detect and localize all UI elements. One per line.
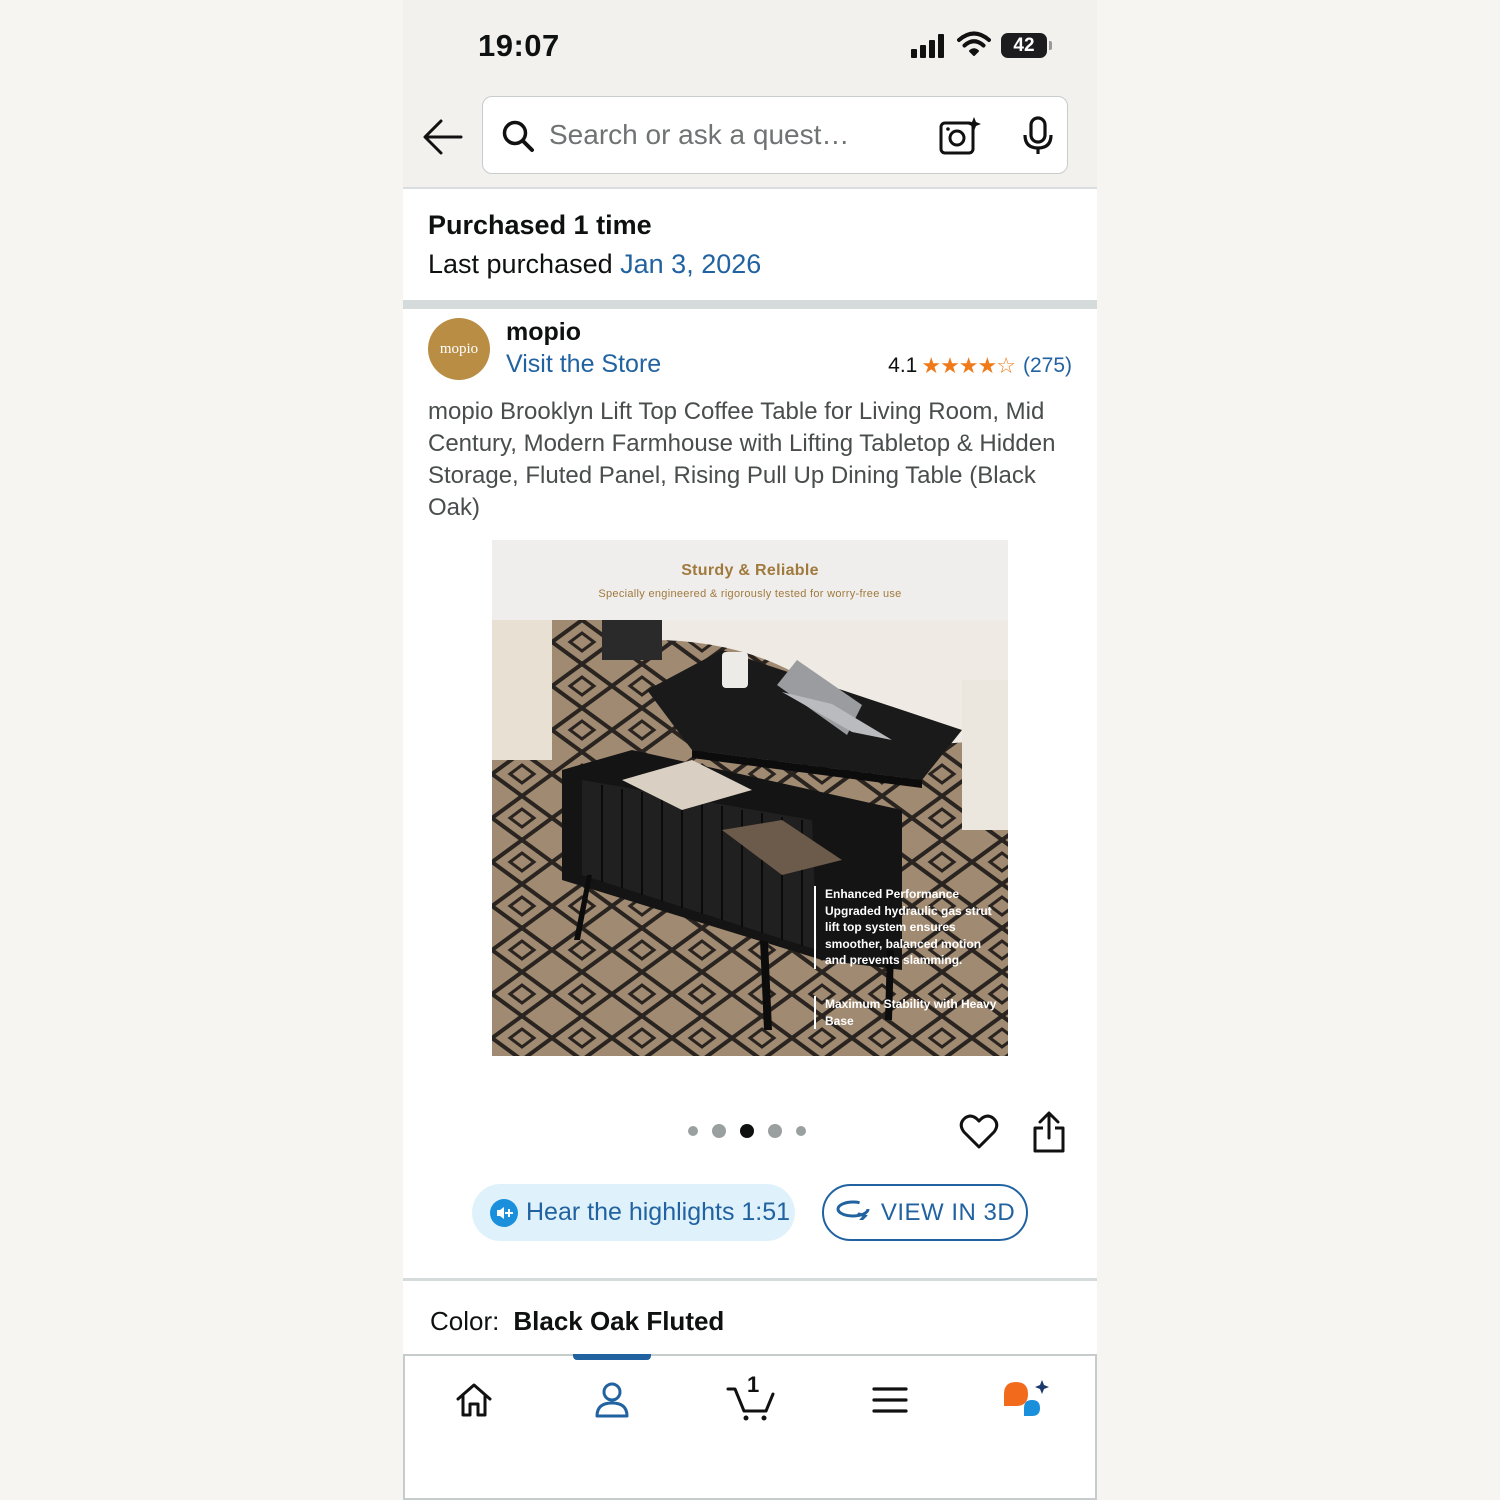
account-icon[interactable]: [587, 1378, 637, 1422]
pager-dot[interactable]: [712, 1124, 726, 1138]
image-banner-subtitle: Specially engineered & rigorously tested…: [598, 588, 902, 600]
color-selection: Color: Black Oak Fluted: [430, 1306, 724, 1337]
wifi-icon: [957, 30, 991, 63]
last-purchased: Last purchased Jan 3, 2026: [428, 249, 761, 280]
review-count[interactable]: (275): [1023, 354, 1072, 378]
share-icon[interactable]: [1031, 1110, 1067, 1159]
battery-icon: 42: [1001, 33, 1052, 58]
bottom-nav: 1: [403, 1354, 1097, 1500]
color-value: Black Oak Fluted: [513, 1306, 725, 1336]
pager-dot[interactable]: [768, 1124, 782, 1138]
search-icon: [501, 119, 535, 158]
view-in-3d-label: VIEW IN 3D: [880, 1198, 1016, 1226]
purchase-history: Purchased 1 time Last purchased Jan 3, 2…: [428, 210, 761, 280]
cart-icon[interactable]: 1: [725, 1372, 779, 1422]
brand-logo[interactable]: mopio: [428, 318, 490, 380]
cart-count: 1: [747, 1372, 760, 1397]
status-time: 19:07: [478, 28, 560, 63]
image-pager[interactable]: [688, 1124, 806, 1138]
pager-dot[interactable]: [688, 1126, 698, 1136]
color-label: Color:: [430, 1306, 500, 1336]
rotate-3d-icon: [835, 1198, 871, 1227]
image-banner-title: Sturdy & Reliable: [681, 562, 819, 579]
hear-highlights-label: Hear the highlights 1:51: [526, 1198, 791, 1226]
active-tab-indicator: [573, 1354, 651, 1360]
search-input[interactable]: [549, 115, 869, 155]
microphone-icon[interactable]: [1020, 115, 1056, 162]
product-title: mopio Brooklyn Lift Top Coffee Table for…: [428, 398, 1056, 521]
brand-name: mopio: [506, 318, 581, 346]
search-bar[interactable]: [482, 96, 1068, 174]
rating-summary[interactable]: 4.1 ★★★★☆ (275): [888, 353, 1072, 379]
speaker-sparkle-icon: [490, 1198, 518, 1227]
feature-callout-2: Maximum Stability with Heavy Base: [814, 996, 1004, 1029]
last-purchased-date[interactable]: Jan 3, 2026: [620, 249, 761, 279]
coffee-table-photo: [492, 620, 1008, 1056]
pager-dot-active[interactable]: [740, 1124, 754, 1138]
menu-icon[interactable]: [865, 1378, 915, 1422]
feature-callout: Enhanced Performance Upgraded hydraulic …: [814, 886, 1004, 969]
feature-text: Upgraded hydraulic gas strut lift top sy…: [825, 903, 992, 968]
last-purchased-label: Last purchased: [428, 249, 613, 279]
section-divider: [403, 1278, 1097, 1281]
camera-search-icon[interactable]: [938, 115, 982, 162]
wishlist-heart-icon[interactable]: [959, 1112, 999, 1157]
section-divider: [403, 300, 1097, 309]
rufus-icon[interactable]: [1001, 1378, 1051, 1422]
star-rating-icon: ★★★★☆: [921, 353, 1016, 378]
view-in-3d-button[interactable]: VIEW IN 3D: [822, 1184, 1028, 1241]
phone-screen: 19:07 42 Purchased 1 time Last purchased…: [403, 0, 1097, 1500]
purchase-count: Purchased 1 time: [428, 210, 652, 240]
product-image[interactable]: Sturdy & Reliable Specially engineered &…: [492, 540, 1008, 1056]
feature-title: Enhanced Performance: [825, 887, 960, 901]
home-icon[interactable]: [449, 1378, 499, 1422]
header: 19:07 42: [403, 0, 1097, 189]
visit-store-link[interactable]: Visit the Store: [506, 350, 661, 379]
pager-dot[interactable]: [796, 1126, 806, 1136]
signal-icon: [911, 34, 947, 58]
rating-value: 4.1: [888, 354, 918, 377]
back-arrow-icon[interactable]: [421, 115, 465, 159]
hear-highlights-button[interactable]: Hear the highlights 1:51: [472, 1184, 795, 1241]
image-banner: Sturdy & Reliable Specially engineered &…: [492, 540, 1008, 620]
